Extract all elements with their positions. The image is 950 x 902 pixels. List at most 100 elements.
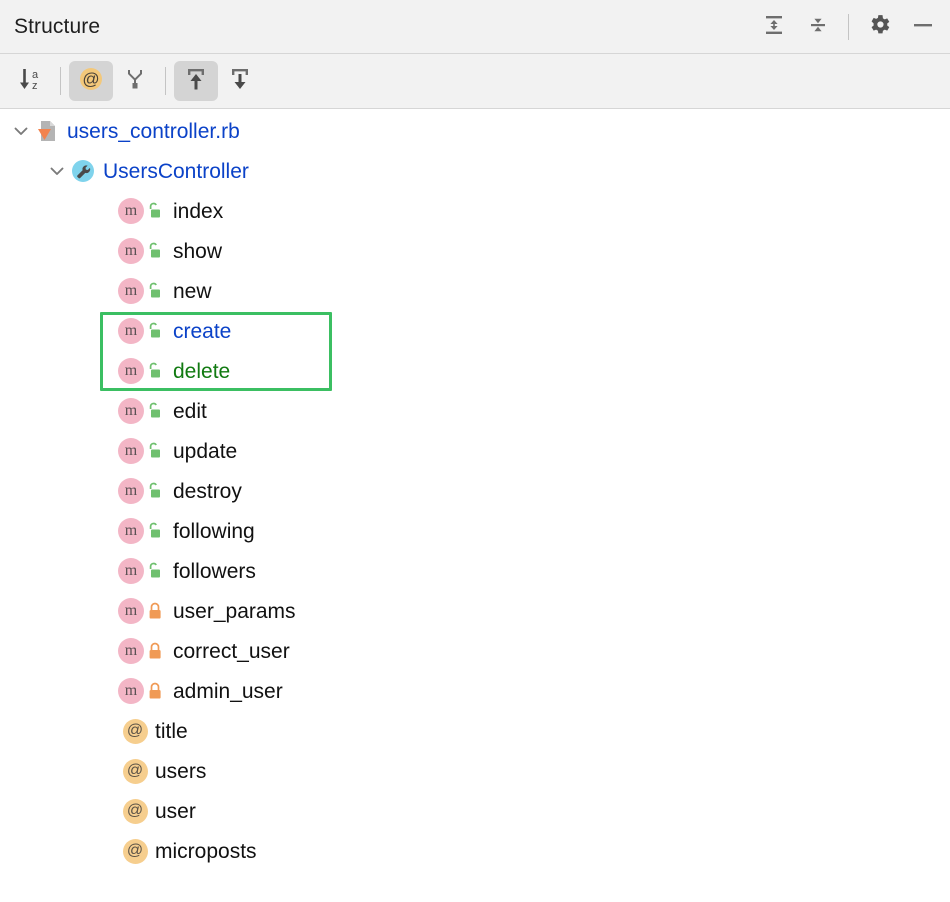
method-icon: m: [118, 278, 144, 304]
method-badge-icon: m: [118, 278, 144, 304]
tree-row-label: users: [155, 761, 206, 782]
method-icon: m: [118, 318, 144, 344]
sort-alphabetically-button[interactable]: a z: [8, 61, 52, 101]
tree-row[interactable]: m edit: [0, 391, 950, 431]
tree-row-label: users_controller.rb: [67, 121, 240, 142]
unlocked-padlock-icon: [144, 358, 166, 384]
method-icon: m: [118, 198, 144, 224]
locked-padlock-icon: [144, 638, 166, 664]
tree-row-label: destroy: [173, 481, 242, 502]
tree-row-label: user_params: [173, 601, 296, 622]
method-icon: m: [118, 678, 144, 704]
field-icon: @: [122, 798, 148, 824]
tree-row[interactable]: users_controller.rb: [0, 111, 950, 151]
scroll-to-source-button[interactable]: [218, 61, 262, 101]
unlocked-padlock-icon: [144, 438, 166, 464]
tree-row-label: new: [173, 281, 212, 302]
inherited-members-icon: [120, 64, 150, 99]
tree-row-label: delete: [173, 361, 230, 382]
unlocked-padlock-icon: [144, 478, 166, 504]
tree-row[interactable]: @title: [0, 711, 950, 751]
method-icon: m: [118, 598, 144, 624]
ruby-file-icon: [34, 118, 60, 144]
svg-text:z: z: [32, 80, 38, 92]
method-badge-icon: m: [118, 398, 144, 424]
toolbar-separator-1: [60, 67, 61, 95]
tree-row[interactable]: mdelete: [0, 351, 950, 391]
chevron-down-icon[interactable]: [44, 158, 70, 184]
tree-row-label: show: [173, 241, 222, 262]
unlocked-padlock-icon: [144, 318, 166, 344]
tree-row[interactable]: @ user: [0, 791, 950, 831]
class-icon: [70, 158, 96, 184]
tree-row[interactable]: m correct_user: [0, 631, 950, 671]
unlocked-padlock-icon: [144, 198, 166, 224]
tree-row[interactable]: m show: [0, 231, 950, 271]
tree-row-label: edit: [173, 401, 207, 422]
page-title: Structure: [14, 15, 100, 39]
tree-row-label: create: [173, 321, 231, 342]
tree-row[interactable]: UsersController: [0, 151, 950, 191]
field-icon: @: [122, 838, 148, 864]
tree-row[interactable]: @ microposts: [0, 831, 950, 871]
tree-row-label: index: [173, 201, 223, 222]
minimize-button[interactable]: [902, 6, 944, 48]
locked-padlock-icon: [144, 678, 166, 704]
tree-row-label: user: [155, 801, 196, 822]
method-badge-icon: m: [118, 638, 144, 664]
unlocked-padlock-icon: [144, 558, 166, 584]
unlocked-padlock-icon: [144, 238, 166, 264]
method-icon: m: [118, 438, 144, 464]
tree-row[interactable]: m user_params: [0, 591, 950, 631]
unlocked-padlock-icon: [144, 278, 166, 304]
collapse-all-icon: [806, 13, 830, 42]
header-separator: [848, 14, 849, 40]
tree-row-label: microposts: [155, 841, 257, 862]
method-icon: m: [118, 398, 144, 424]
header-actions: [753, 0, 944, 54]
tree-row-label: correct_user: [173, 641, 290, 662]
tree-row[interactable]: m new: [0, 271, 950, 311]
toolbar-separator-2: [165, 67, 166, 95]
method-badge-icon: m: [118, 438, 144, 464]
method-badge-icon: m: [118, 238, 144, 264]
unlocked-padlock-icon: [144, 398, 166, 424]
show-fields-button[interactable]: @: [69, 61, 113, 101]
scroll-from-source-button[interactable]: [174, 61, 218, 101]
tree-row[interactable]: madmin_user: [0, 671, 950, 711]
svg-text:@: @: [82, 69, 99, 88]
arrow-up-to-bracket-icon: [181, 64, 211, 99]
tree-row-label: title: [155, 721, 188, 742]
tree-row[interactable]: @users: [0, 751, 950, 791]
tree-row-label: followers: [173, 561, 256, 582]
method-badge-icon: m: [118, 318, 144, 344]
tree-row[interactable]: m update: [0, 431, 950, 471]
settings-button[interactable]: [858, 6, 900, 48]
structure-tree: users_controller.rb UsersController m index…: [0, 109, 950, 871]
method-icon: m: [118, 238, 144, 264]
method-badge-icon: m: [118, 598, 144, 624]
expand-all-button[interactable]: [753, 6, 795, 48]
tree-row[interactable]: m destroy: [0, 471, 950, 511]
tree-row[interactable]: mfollowing: [0, 511, 950, 551]
locked-padlock-icon: [144, 598, 166, 624]
tree-row-label: update: [173, 441, 237, 462]
chevron-down-icon[interactable]: [8, 118, 34, 144]
at-sign-icon: @: [76, 64, 106, 99]
method-badge-icon: m: [118, 198, 144, 224]
tree-row[interactable]: m create: [0, 311, 950, 351]
collapse-all-button[interactable]: [797, 6, 839, 48]
panel-header: Structure: [0, 0, 950, 54]
sort-alphabetically-icon: a z: [15, 64, 45, 99]
method-badge-icon: m: [118, 478, 144, 504]
method-badge-icon: m: [118, 518, 144, 544]
method-icon: m: [118, 478, 144, 504]
expand-all-icon: [762, 13, 786, 42]
tree-row-label: UsersController: [103, 161, 249, 182]
show-inherited-button[interactable]: [113, 61, 157, 101]
arrow-down-from-bracket-icon: [225, 64, 255, 99]
tree-row[interactable]: mfollowers: [0, 551, 950, 591]
field-badge-icon: @: [123, 839, 148, 864]
tree-row[interactable]: m index: [0, 191, 950, 231]
method-icon: m: [118, 638, 144, 664]
